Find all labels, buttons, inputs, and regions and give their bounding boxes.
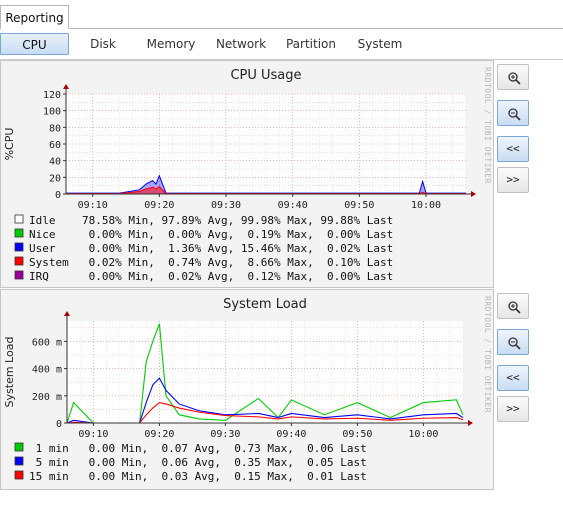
y-axis-label: System Load bbox=[3, 337, 16, 408]
legend-row: User 0.00% Min, 1.36% Avg, 15.46% Max, 0… bbox=[29, 242, 393, 255]
tab-memory[interactable]: Memory bbox=[137, 33, 205, 55]
tab-system[interactable]: System bbox=[345, 33, 415, 55]
y-tick-label: 80 bbox=[49, 123, 61, 134]
legend-row: 15 min 0.00 Min, 0.03 Avg, 0.15 Max, 0.0… bbox=[29, 470, 367, 483]
load-graph-controls: << >> bbox=[497, 293, 531, 423]
zoom-out-button[interactable] bbox=[497, 100, 529, 126]
forward-button[interactable]: >> bbox=[497, 167, 529, 193]
sub-tab-bar: CPU Disk Memory Network Partition System bbox=[0, 30, 563, 58]
tab-divider bbox=[69, 28, 563, 29]
x-tick-label: 09:40 bbox=[278, 200, 308, 211]
zoom-in-button[interactable] bbox=[497, 64, 529, 90]
x-tick-label: 09:40 bbox=[276, 429, 306, 440]
cpu-usage-graph: 0 20 40 60 80 100 120 09:10 09:20 09:30 09:40 09:50… bbox=[0, 60, 494, 288]
x-tick-label: 09:50 bbox=[344, 200, 374, 211]
x-axis-arrow bbox=[471, 191, 476, 197]
legend-row: 5 min 0.00 Min, 0.06 Avg, 0.35 Max, 0.05… bbox=[29, 456, 367, 469]
y-tick-label: 60 bbox=[49, 140, 61, 151]
reporting-tab[interactable]: Reporting bbox=[0, 5, 69, 29]
legend-swatch bbox=[14, 242, 24, 252]
zoom-in-icon bbox=[508, 301, 521, 314]
legend-swatch bbox=[14, 270, 24, 280]
legend-row: IRQ 0.00% Min, 0.02% Avg, 0.12% Max, 0.0… bbox=[29, 270, 393, 283]
chart-title: CPU Usage bbox=[230, 68, 301, 83]
x-tick-label: 10:00 bbox=[411, 200, 441, 211]
x-tick-label: 09:50 bbox=[342, 429, 372, 440]
legend-row: Idle 78.58% Min, 97.89% Avg, 99.98% Max,… bbox=[29, 214, 393, 227]
y-tick-label: 40 bbox=[49, 157, 61, 168]
x-axis-arrow bbox=[468, 420, 473, 426]
tab-disk[interactable]: Disk bbox=[69, 33, 137, 55]
x-tick-label: 09:10 bbox=[78, 200, 108, 211]
rrdtool-watermark: RRDTOOL / TOBI OETIKER bbox=[483, 67, 492, 184]
y-tick-label: 120 bbox=[43, 90, 61, 101]
y-tick-label: 400 m bbox=[32, 365, 62, 376]
legend-swatch bbox=[14, 214, 24, 224]
y-tick-label: 20 bbox=[49, 173, 61, 184]
chart-title: System Load bbox=[223, 297, 307, 312]
legend-row: 1 min 0.00 Min, 0.07 Avg, 0.73 Max, 0.06… bbox=[29, 442, 367, 455]
x-tick-label: 09:30 bbox=[211, 200, 241, 211]
back-button[interactable]: << bbox=[497, 365, 529, 391]
y-tick-label: 200 m bbox=[32, 392, 62, 403]
y-axis-arrow bbox=[63, 84, 69, 89]
zoom-out-icon bbox=[508, 108, 521, 121]
system-load-chart: 0 200 m 400 m 600 m 09:10 09:20 09:30 09:40 09:5… bbox=[3, 296, 492, 483]
legend-row: Nice 0.00% Min, 0.00% Avg, 0.19% Max, 0.… bbox=[29, 228, 393, 241]
tab-partition[interactable]: Partition bbox=[277, 33, 345, 55]
zoom-in-icon bbox=[508, 72, 521, 85]
legend-swatch bbox=[14, 456, 24, 466]
legend-swatch bbox=[14, 228, 24, 238]
rrdtool-watermark: RRDTOOL / TOBI OETIKER bbox=[483, 296, 492, 413]
forward-button[interactable]: >> bbox=[497, 396, 529, 422]
x-tick-label: 10:00 bbox=[408, 429, 438, 440]
x-tick-label: 09:20 bbox=[144, 429, 174, 440]
tab-network[interactable]: Network bbox=[205, 33, 277, 55]
y-tick-label: 100 bbox=[43, 107, 61, 118]
y-tick-label: 0 bbox=[56, 419, 62, 430]
y-tick-label: 0 bbox=[55, 190, 61, 201]
zoom-in-button[interactable] bbox=[497, 293, 529, 319]
cpu-usage-chart: 0 20 40 60 80 100 120 09:10 09:20 09:30 09:40 09:50… bbox=[3, 67, 492, 283]
x-tick-label: 09:10 bbox=[78, 429, 108, 440]
x-tick-label: 09:30 bbox=[210, 429, 240, 440]
zoom-out-icon bbox=[508, 337, 521, 350]
system-load-graph: 0 200 m 400 m 600 m 09:10 09:20 09:30 09:40 09:5… bbox=[0, 289, 494, 490]
y-axis-label: %CPU bbox=[3, 128, 16, 161]
legend-row: System 0.02% Min, 0.74% Avg, 8.66% Max, … bbox=[29, 256, 393, 269]
y-axis-arrow bbox=[64, 311, 70, 316]
tab-cpu[interactable]: CPU bbox=[0, 33, 69, 55]
legend-swatch bbox=[14, 442, 24, 452]
legend-swatch bbox=[14, 470, 24, 480]
y-tick-label: 600 m bbox=[32, 337, 62, 348]
cpu-graph-controls: << >> bbox=[497, 64, 531, 194]
x-tick-label: 09:20 bbox=[144, 200, 174, 211]
legend-swatch bbox=[14, 256, 24, 266]
back-button[interactable]: << bbox=[497, 136, 529, 162]
zoom-out-button[interactable] bbox=[497, 329, 529, 355]
